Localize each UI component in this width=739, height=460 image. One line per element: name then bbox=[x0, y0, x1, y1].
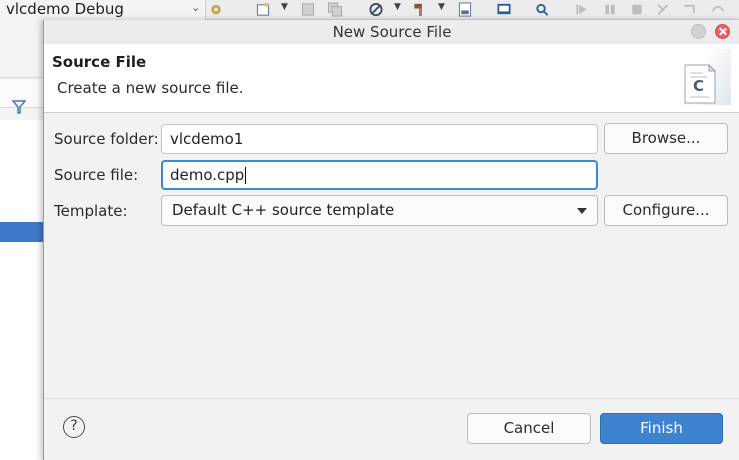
save-all-icon[interactable] bbox=[327, 2, 343, 17]
source-file-icon: C bbox=[671, 49, 731, 105]
project-tree[interactable] bbox=[0, 120, 43, 460]
terminate-icon[interactable] bbox=[629, 2, 645, 17]
source-file-value: demo.cpp bbox=[170, 166, 245, 184]
dialog-titlebar[interactable]: New Source File bbox=[44, 20, 739, 44]
disconnect-icon[interactable] bbox=[655, 2, 671, 17]
launch-config-label: vlcdemo Debug bbox=[6, 0, 124, 18]
source-file-field[interactable]: demo.cpp bbox=[161, 160, 598, 190]
finish-button[interactable]: Finish bbox=[600, 413, 723, 444]
step-over-icon[interactable] bbox=[710, 2, 726, 17]
text-caret bbox=[245, 167, 247, 184]
ide-side-panel bbox=[0, 20, 43, 460]
new-file-icon[interactable] bbox=[255, 2, 271, 17]
filter-icon[interactable] bbox=[12, 100, 26, 114]
source-folder-label: Source folder: bbox=[54, 130, 159, 148]
gear-icon[interactable] bbox=[208, 2, 224, 17]
source-folder-field[interactable]: vlcdemo1 bbox=[161, 124, 598, 154]
chevron-down-icon[interactable]: ⌄ bbox=[191, 1, 200, 14]
console-icon[interactable] bbox=[496, 2, 512, 17]
minimize-button[interactable] bbox=[691, 24, 706, 39]
help-icon[interactable]: ? bbox=[63, 416, 85, 438]
selected-tree-item[interactable] bbox=[0, 222, 43, 242]
banner-description: Create a new source file. bbox=[57, 79, 244, 97]
template-label: Template: bbox=[54, 202, 128, 220]
resume-icon[interactable] bbox=[574, 2, 590, 17]
chevron-down-icon[interactable]: ▼ bbox=[438, 2, 445, 12]
footer-divider bbox=[44, 398, 739, 399]
step-into-icon[interactable] bbox=[682, 2, 698, 17]
chevron-down-icon[interactable]: ▼ bbox=[394, 2, 401, 12]
chevron-down-icon[interactable] bbox=[577, 208, 587, 214]
banner-icon-letter: C bbox=[693, 77, 704, 95]
new-source-file-dialog: New Source File Source File Create a new… bbox=[43, 20, 739, 460]
configure-button[interactable]: Configure... bbox=[604, 195, 728, 226]
wizard-banner: Source File Create a new source file. C bbox=[44, 44, 739, 113]
template-select[interactable]: Default C++ source template bbox=[161, 195, 598, 226]
debug-icon[interactable] bbox=[368, 2, 384, 17]
browse-button[interactable]: Browse... bbox=[604, 123, 728, 154]
chevron-down-icon[interactable]: ▼ bbox=[281, 2, 288, 12]
panel-header bbox=[0, 48, 43, 103]
build-icon[interactable] bbox=[412, 2, 428, 17]
launch-config-selector[interactable]: vlcdemo Debug ⌄ bbox=[0, 0, 206, 20]
banner-title: Source File bbox=[52, 53, 147, 71]
save-icon[interactable] bbox=[300, 2, 316, 17]
cancel-button[interactable]: Cancel bbox=[467, 413, 591, 444]
binary-icon[interactable] bbox=[457, 2, 473, 17]
source-file-label: Source file: bbox=[54, 166, 139, 184]
ide-toolbar: vlcdemo Debug ⌄ ▼ ▼ ▼ bbox=[0, 0, 739, 20]
search-icon[interactable] bbox=[534, 2, 550, 17]
template-selected-value: Default C++ source template bbox=[172, 201, 395, 219]
close-button[interactable] bbox=[715, 24, 730, 39]
dialog-title: New Source File bbox=[332, 23, 452, 41]
suspend-icon[interactable] bbox=[602, 2, 618, 17]
